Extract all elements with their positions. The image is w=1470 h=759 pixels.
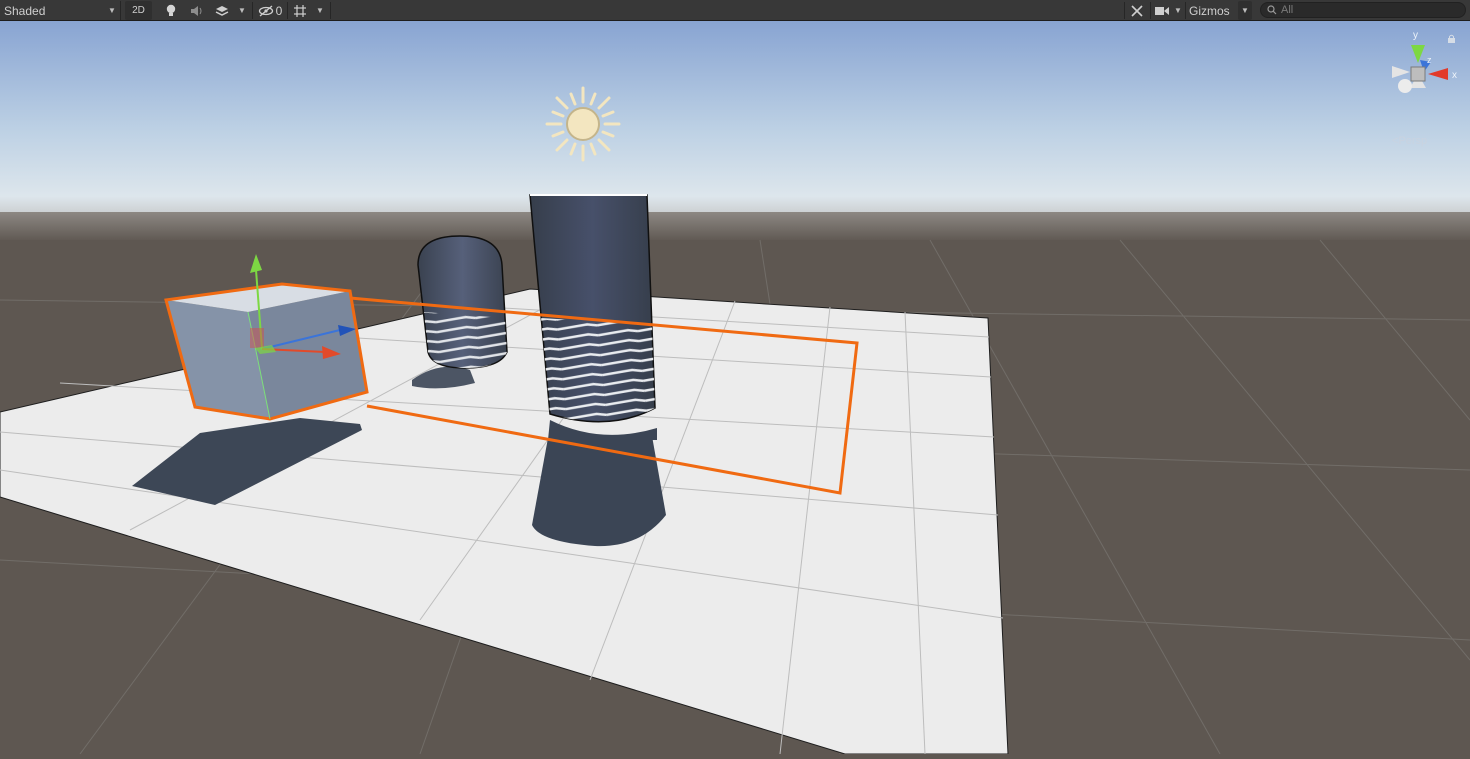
ground-horizon bbox=[0, 212, 1470, 242]
lightbulb-icon bbox=[166, 4, 176, 16]
search-input[interactable] bbox=[1277, 4, 1451, 16]
cylinder-stripes bbox=[541, 318, 655, 422]
2d-mode-label: 2D bbox=[132, 5, 145, 16]
shading-mode-dropdown[interactable]: Shaded ▼ bbox=[0, 1, 121, 20]
directional-light-icon[interactable] bbox=[545, 86, 621, 162]
chevron-down-icon: ▼ bbox=[316, 6, 324, 15]
tools-button[interactable] bbox=[1126, 1, 1148, 20]
gizmo-plane-handle[interactable] bbox=[250, 328, 264, 348]
2d-mode-button[interactable]: 2D bbox=[125, 1, 152, 20]
scene-toolbar: Shaded ▼ 2D ▼ 0 ▼ ▼ Gizmos ▼ All bbox=[0, 0, 1470, 21]
grid-toggle[interactable] bbox=[289, 1, 311, 20]
speaker-icon bbox=[191, 5, 202, 16]
view-mode-label[interactable]: <Persp bbox=[1392, 135, 1427, 147]
gizmo-z-label: z bbox=[1427, 55, 1432, 65]
orient-neg-z-cone[interactable] bbox=[1398, 79, 1412, 93]
grid-dropdown[interactable]: ▼ bbox=[312, 1, 328, 20]
hidden-count: 0 bbox=[275, 3, 283, 18]
audio-toggle[interactable] bbox=[186, 1, 208, 20]
orient-center-cube[interactable] bbox=[1410, 66, 1426, 82]
hidden-objects-toggle[interactable]: 0 bbox=[254, 1, 286, 20]
capsule-stripes bbox=[424, 312, 507, 368]
chevron-down-icon: ▼ bbox=[108, 6, 116, 15]
gizmos-label: Gizmos bbox=[1189, 3, 1230, 18]
gizmo-x-label: x bbox=[1452, 70, 1457, 81]
gizmos-dropdown[interactable]: ▼ bbox=[1238, 1, 1252, 20]
gizmos-button[interactable]: Gizmos bbox=[1187, 1, 1237, 20]
effects-dropdown[interactable]: ▼ bbox=[234, 1, 250, 20]
chevron-down-icon: ▼ bbox=[1241, 6, 1249, 15]
cylinder-shadow bbox=[532, 436, 666, 547]
scene-viewport[interactable]: x y z <Persp bbox=[0, 21, 1470, 755]
camera-icon bbox=[1155, 6, 1169, 15]
scene-canvas[interactable]: x y z bbox=[0, 21, 1470, 755]
grid-icon bbox=[294, 4, 306, 17]
effects-toggle[interactable] bbox=[211, 1, 233, 20]
layers-icon bbox=[215, 5, 229, 16]
search-field[interactable] bbox=[1260, 2, 1466, 18]
chevron-down-icon: ▼ bbox=[238, 6, 246, 15]
chevron-down-icon: ▼ bbox=[1174, 6, 1182, 15]
tools-icon bbox=[1131, 4, 1143, 17]
camera-dropdown[interactable]: ▼ bbox=[1172, 1, 1184, 20]
search-icon bbox=[1267, 5, 1277, 15]
lighting-toggle[interactable] bbox=[160, 1, 182, 20]
eye-slash-icon bbox=[258, 5, 273, 16]
sky bbox=[0, 21, 1470, 216]
camera-button[interactable] bbox=[1152, 1, 1172, 20]
shading-mode-label: Shaded bbox=[4, 3, 46, 18]
gizmo-y-label: y bbox=[1413, 30, 1418, 41]
